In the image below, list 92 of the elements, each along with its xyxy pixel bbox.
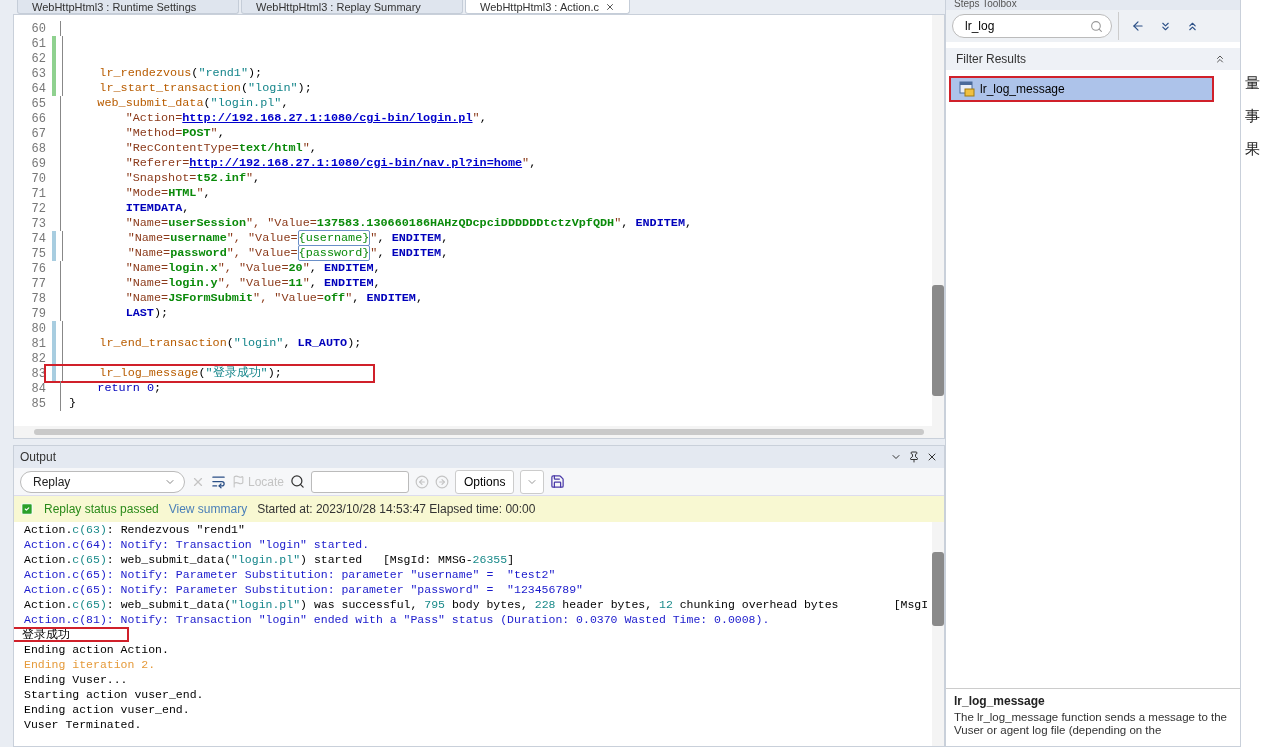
log-line: Action.c(65): web_submit_data("login.pl") was successful, 795 body bytes, 228 header bytes, 12 chunking overhead bytes [MsgI bbox=[23, 597, 930, 612]
source-dropdown[interactable]: Replay bbox=[20, 470, 185, 493]
save-icon[interactable] bbox=[550, 474, 566, 489]
code-line: "Name=login.x", "Value=20", ENDITEM, bbox=[124, 262, 382, 275]
log-line: 登录成功 bbox=[14, 627, 129, 642]
code-line: lr_start_transaction("login"); bbox=[98, 82, 313, 95]
log-line: Ending iteration 2. bbox=[23, 657, 157, 672]
log-line: Action.c(63): Rendezvous "rend1" bbox=[23, 522, 246, 537]
scrollbar[interactable] bbox=[14, 426, 944, 438]
code-line: "Mode=HTML", bbox=[124, 187, 212, 200]
line-number: 68 bbox=[30, 141, 47, 156]
page-text: 果 bbox=[1245, 140, 1261, 159]
line-number: 63 bbox=[30, 66, 47, 81]
wrap-button[interactable] bbox=[211, 474, 226, 489]
line-number: 79 bbox=[30, 306, 47, 321]
line-number: 65 bbox=[30, 96, 47, 111]
line-number: 77 bbox=[30, 276, 47, 291]
code-line: "Name=userSession", "Value=137583.130660186HAHzQDcpciDDDDDDtctzVpfQDH", ENDITEM, bbox=[124, 217, 694, 230]
panel-title: Steps Toolbox bbox=[946, 0, 1240, 10]
collapse-icon[interactable] bbox=[1214, 53, 1226, 65]
editor-tab[interactable]: WebHttpHtml3 : Action.c bbox=[465, 0, 630, 14]
line-number: 67 bbox=[30, 126, 47, 141]
code-line: "Name=login.y", "Value=11", ENDITEM, bbox=[124, 277, 382, 290]
editor-tab[interactable]: WebHttpHtml3 : Runtime Settings bbox=[17, 0, 239, 14]
line-number: 76 bbox=[30, 261, 47, 276]
log-line: Action.c(65): web_submit_data("login.pl") started [MsgId: MMSG-26355] bbox=[23, 552, 516, 567]
code-line: "Action=http://192.168.27.1:1080/cgi-bin/login.pl", bbox=[124, 112, 488, 125]
code-line: "Name=password", "Value={password}", ENDITEM, bbox=[126, 247, 450, 260]
code-line: lr_log_message("登录成功"); bbox=[47, 367, 372, 380]
search-icon bbox=[1090, 19, 1103, 33]
search-button[interactable] bbox=[290, 474, 306, 489]
line-number: 60 bbox=[30, 21, 47, 36]
line-number: 84 bbox=[30, 381, 47, 396]
line-number: 80 bbox=[30, 321, 47, 336]
flag-icon bbox=[232, 475, 245, 488]
code-line: ITEMDATA, bbox=[124, 202, 191, 215]
log-line: Action.c(81): Notify: Transaction "login" ended with a "Pass" status (Duration: 0.0370 Wasted Time: 0.0008). bbox=[23, 612, 771, 627]
log-line: Vuser Terminated. bbox=[23, 717, 143, 732]
line-number: 72 bbox=[30, 201, 47, 216]
line-number: 66 bbox=[30, 111, 47, 126]
close-icon[interactable] bbox=[605, 1, 615, 12]
view-summary-link[interactable]: View summary bbox=[168, 502, 248, 516]
step-item[interactable]: lr_log_message bbox=[949, 76, 1214, 102]
help-title: lr_log_message bbox=[954, 694, 1046, 708]
line-number: 75 bbox=[30, 246, 47, 261]
search-field[interactable]: lr_log bbox=[952, 14, 1112, 38]
line-number: 78 bbox=[30, 291, 47, 306]
page-text: 事 bbox=[1245, 107, 1261, 126]
options-button[interactable]: Options bbox=[455, 469, 515, 494]
message-step-icon bbox=[959, 81, 975, 97]
code-line: web_submit_data("login.pl", bbox=[96, 97, 290, 110]
code-line: "RecContentType=text/html", bbox=[124, 142, 318, 155]
line-number: 74 bbox=[30, 231, 47, 246]
line-number: 62 bbox=[30, 51, 47, 66]
line-number: 85 bbox=[30, 396, 47, 411]
panel-title: Output bbox=[20, 450, 57, 464]
search-field[interactable] bbox=[311, 470, 410, 493]
log-line: Action.c(64): Notify: Transaction "login" started. bbox=[23, 537, 371, 552]
section-header[interactable]: Filter Results bbox=[946, 48, 1240, 70]
line-number: 81 bbox=[30, 336, 47, 351]
code-line: "Name=username", "Value={username}", ENDITEM, bbox=[126, 232, 450, 245]
pin-icon[interactable] bbox=[908, 451, 920, 463]
line-number: 73 bbox=[30, 216, 47, 231]
code-line: LAST); bbox=[124, 307, 170, 320]
log-line: Action.c(65): Notify: Parameter Substitution: parameter "username" = "test2" bbox=[23, 567, 557, 582]
code-line: } bbox=[69, 397, 78, 410]
log-line: Ending action Action. bbox=[23, 642, 170, 657]
line-number: 64 bbox=[30, 81, 47, 96]
line-number: 82 bbox=[30, 351, 47, 366]
line-number: 61 bbox=[30, 36, 47, 51]
log-line: Ending Vuser... bbox=[23, 672, 129, 687]
code-line: return 0; bbox=[96, 382, 163, 395]
code-line: lr_end_transaction("login", LR_AUTO); bbox=[98, 337, 363, 350]
close-icon[interactable] bbox=[926, 451, 938, 463]
status-info: Started at: 2023/10/28 14:53:47 Elapsed time: 00:00 bbox=[257, 502, 536, 516]
code-line: "Name=JSFormSubmit", "Value=off", ENDITEM, bbox=[124, 292, 425, 305]
log-line: Ending action vuser_end. bbox=[23, 702, 191, 717]
page-text: 量 bbox=[1245, 74, 1261, 93]
line-number: 69 bbox=[30, 156, 47, 171]
editor-tab[interactable]: WebHttpHtml3 : Replay Summary bbox=[241, 0, 463, 14]
log-line: Action.c(65): Notify: Parameter Substitution: parameter "password" = "123456789" bbox=[23, 582, 584, 597]
code-line: "Method=POST", bbox=[124, 127, 226, 140]
status-label: Replay status passed bbox=[44, 502, 159, 516]
scrollbar[interactable] bbox=[932, 522, 944, 746]
line-number: 70 bbox=[30, 171, 47, 186]
code-line: lr_rendezvous("rend1"); bbox=[98, 67, 264, 80]
help-text: The lr_log_message function sends a message to the Vuser or agent log file (depending on the bbox=[954, 711, 1228, 737]
log-line: Starting action vuser_end. bbox=[23, 687, 205, 702]
line-number: 71 bbox=[30, 186, 47, 201]
code-line: "Referer=http://192.168.27.1:1080/cgi-bin/nav.pl?in=home", bbox=[124, 157, 538, 170]
code-line: "Snapshot=t52.inf", bbox=[124, 172, 262, 185]
scrollbar[interactable] bbox=[932, 15, 944, 426]
